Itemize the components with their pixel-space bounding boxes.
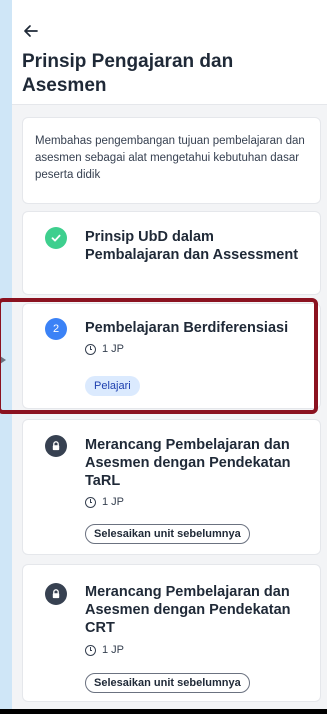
lock-icon bbox=[45, 583, 67, 605]
unit-title: Pembelajaran Berdiferensiasi bbox=[85, 320, 289, 336]
bottom-edge bbox=[0, 709, 327, 714]
duration-text: 1 JP bbox=[102, 496, 125, 508]
complete-previous-unit-button[interactable]: Selesaikan unit sebelumnya bbox=[85, 524, 250, 544]
duration-text: 1 JP bbox=[102, 343, 125, 355]
check-circle-icon bbox=[45, 227, 67, 249]
unit-card-3[interactable]: Merancang Pembelajaran dan Asesmen denga… bbox=[22, 419, 321, 555]
unit-title: Merancang Pembelajaran dan Asesmen denga… bbox=[85, 437, 291, 489]
unit-card-1[interactable]: Prinsip UbD dalam Pembalajaran dan Asses… bbox=[22, 211, 321, 295]
clock-icon bbox=[85, 644, 96, 656]
unit-duration: 1 JP bbox=[85, 643, 124, 657]
arrow-left-icon[interactable] bbox=[22, 22, 40, 40]
learn-button[interactable]: Pelajari bbox=[85, 376, 140, 396]
module-description: Membahas pengembangan tujuan pembelajara… bbox=[22, 117, 321, 204]
lock-icon bbox=[45, 435, 67, 457]
unit-card-4[interactable]: Merancang Pembelajaran dan Asesmen denga… bbox=[22, 564, 321, 702]
side-strip bbox=[0, 0, 12, 714]
clock-icon bbox=[85, 496, 96, 508]
unit-title: Prinsip UbD dalam Pembalajaran dan Asses… bbox=[85, 229, 299, 263]
page-header: Prinsip Pengajaran dan Asesmen bbox=[12, 0, 327, 105]
unit-number-badge: 2 bbox=[45, 318, 67, 340]
complete-previous-unit-button[interactable]: Selesaikan unit sebelumnya bbox=[85, 673, 250, 693]
unit-title: Merancang Pembelajaran dan Asesmen denga… bbox=[85, 584, 291, 636]
page-title: Prinsip Pengajaran dan Asesmen bbox=[22, 51, 234, 96]
module-screen: Prinsip Pengajaran dan Asesmen Membahas … bbox=[12, 0, 327, 714]
duration-text: 1 JP bbox=[102, 644, 125, 656]
unit-duration: 1 JP bbox=[85, 342, 124, 356]
unit-duration: 1 JP bbox=[85, 495, 124, 509]
clock-icon bbox=[85, 343, 96, 355]
unit-list: Membahas pengembangan tujuan pembelajara… bbox=[12, 105, 327, 714]
pointer-arrow-icon bbox=[0, 356, 6, 364]
unit-card-2[interactable]: 2 Pembelajaran Berdiferensiasi 1 JP Pela… bbox=[22, 303, 321, 409]
